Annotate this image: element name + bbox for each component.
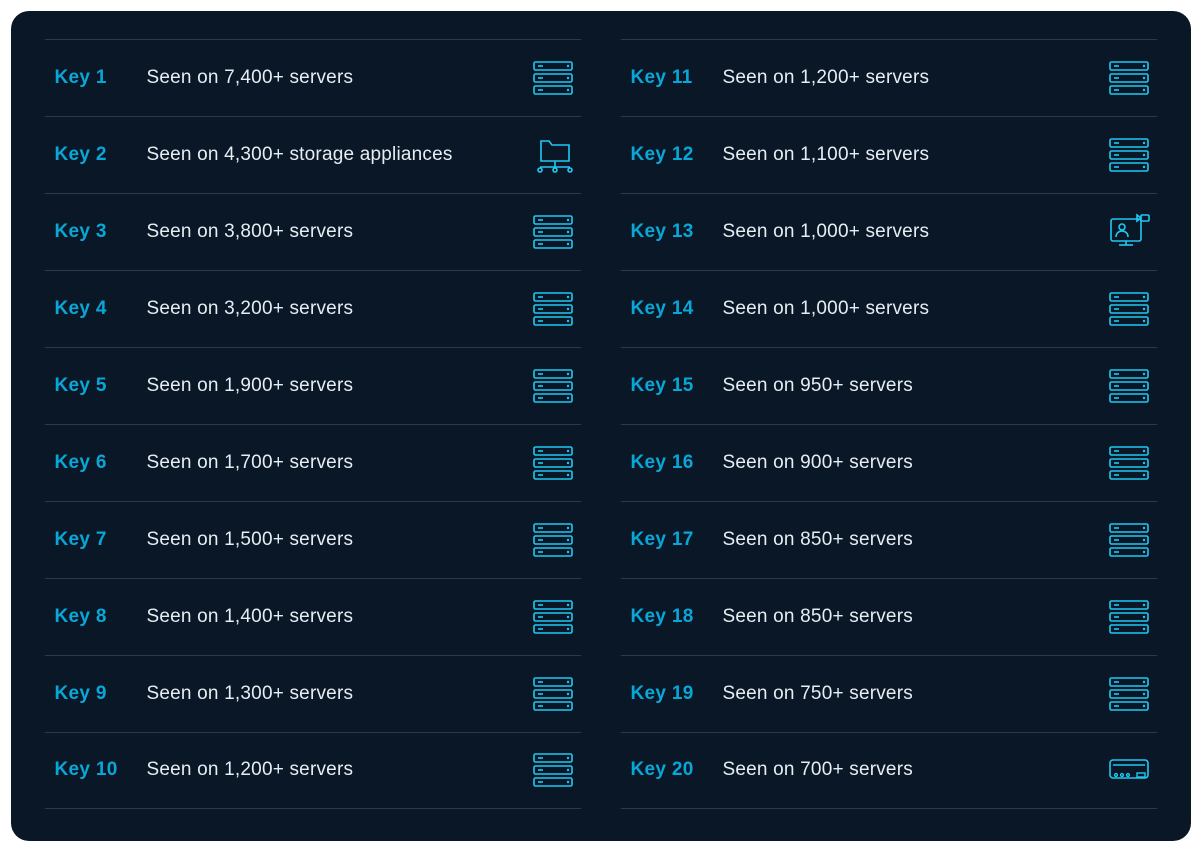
key-row: Key 19Seen on 750+ servers (621, 655, 1157, 732)
key-label: Key 7 (55, 529, 147, 551)
server-icon (1105, 674, 1153, 714)
video-icon (1105, 212, 1153, 252)
device-icon (1105, 750, 1153, 790)
key-description: Seen on 3,800+ servers (147, 221, 529, 243)
key-label: Key 15 (631, 375, 723, 397)
key-row: Key 20Seen on 700+ servers (621, 732, 1157, 809)
server-icon (529, 674, 577, 714)
key-label: Key 5 (55, 375, 147, 397)
server-icon (529, 366, 577, 406)
key-list-column-right: Key 11Seen on 1,200+ servers Key 12Seen … (621, 39, 1157, 813)
server-icon (1105, 597, 1153, 637)
server-icon (529, 597, 577, 637)
key-description: Seen on 1,900+ servers (147, 375, 529, 397)
key-description: Seen on 950+ servers (723, 375, 1105, 397)
key-row: Key 6Seen on 1,700+ servers (45, 424, 581, 501)
key-row: Key 17Seen on 850+ servers (621, 501, 1157, 578)
key-row: Key 7Seen on 1,500+ servers (45, 501, 581, 578)
key-row: Key 2Seen on 4,300+ storage appliances (45, 116, 581, 193)
key-label: Key 4 (55, 298, 147, 320)
key-description: Seen on 1,100+ servers (723, 144, 1105, 166)
key-label: Key 8 (55, 606, 147, 628)
server-icon (529, 58, 577, 98)
key-description: Seen on 1,300+ servers (147, 683, 529, 705)
storage-icon (529, 135, 577, 175)
server-icon (1105, 520, 1153, 560)
key-row: Key 16Seen on 900+ servers (621, 424, 1157, 501)
server-icon (529, 289, 577, 329)
key-label: Key 19 (631, 683, 723, 705)
key-row: Key 11Seen on 1,200+ servers (621, 39, 1157, 116)
server-icon (529, 520, 577, 560)
key-label: Key 14 (631, 298, 723, 320)
key-row: Key 10Seen on 1,200+ servers (45, 732, 581, 809)
key-description: Seen on 1,000+ servers (723, 221, 1105, 243)
key-description: Seen on 1,000+ servers (723, 298, 1105, 320)
key-label: Key 13 (631, 221, 723, 243)
key-label: Key 9 (55, 683, 147, 705)
key-row: Key 14Seen on 1,000+ servers (621, 270, 1157, 347)
server-icon (529, 750, 577, 790)
server-icon (1105, 289, 1153, 329)
key-row: Key 1Seen on 7,400+ servers (45, 39, 581, 116)
key-label: Key 17 (631, 529, 723, 551)
server-icon (529, 443, 577, 483)
key-label: Key 2 (55, 144, 147, 166)
server-icon (529, 212, 577, 252)
key-row: Key 8Seen on 1,400+ servers (45, 578, 581, 655)
key-label: Key 3 (55, 221, 147, 243)
key-row: Key 13Seen on 1,000+ servers (621, 193, 1157, 270)
server-icon (1105, 58, 1153, 98)
key-label: Key 18 (631, 606, 723, 628)
key-row: Key 4Seen on 3,200+ servers (45, 270, 581, 347)
key-label: Key 16 (631, 452, 723, 474)
key-description: Seen on 1,400+ servers (147, 606, 529, 628)
key-row: Key 5Seen on 1,900+ servers (45, 347, 581, 424)
key-description: Seen on 7,400+ servers (147, 67, 529, 89)
key-description: Seen on 850+ servers (723, 606, 1105, 628)
key-list-panel: Key 1Seen on 7,400+ servers Key 2Seen on… (11, 11, 1191, 841)
key-label: Key 11 (631, 67, 723, 89)
key-label: Key 6 (55, 452, 147, 474)
server-icon (1105, 135, 1153, 175)
key-row: Key 9Seen on 1,300+ servers (45, 655, 581, 732)
key-label: Key 20 (631, 759, 723, 781)
key-row: Key 15Seen on 950+ servers (621, 347, 1157, 424)
key-label: Key 12 (631, 144, 723, 166)
key-description: Seen on 1,200+ servers (147, 759, 529, 781)
key-description: Seen on 1,500+ servers (147, 529, 529, 551)
key-description: Seen on 1,200+ servers (723, 67, 1105, 89)
key-description: Seen on 4,300+ storage appliances (147, 144, 529, 166)
key-row: Key 18Seen on 850+ servers (621, 578, 1157, 655)
key-list-column-left: Key 1Seen on 7,400+ servers Key 2Seen on… (45, 39, 581, 813)
key-description: Seen on 750+ servers (723, 683, 1105, 705)
key-row: Key 3Seen on 3,800+ servers (45, 193, 581, 270)
key-description: Seen on 700+ servers (723, 759, 1105, 781)
key-row: Key 12Seen on 1,100+ servers (621, 116, 1157, 193)
server-icon (1105, 443, 1153, 483)
key-description: Seen on 1,700+ servers (147, 452, 529, 474)
server-icon (1105, 366, 1153, 406)
key-label: Key 1 (55, 67, 147, 89)
key-description: Seen on 3,200+ servers (147, 298, 529, 320)
key-description: Seen on 850+ servers (723, 529, 1105, 551)
key-description: Seen on 900+ servers (723, 452, 1105, 474)
key-label: Key 10 (55, 759, 147, 781)
